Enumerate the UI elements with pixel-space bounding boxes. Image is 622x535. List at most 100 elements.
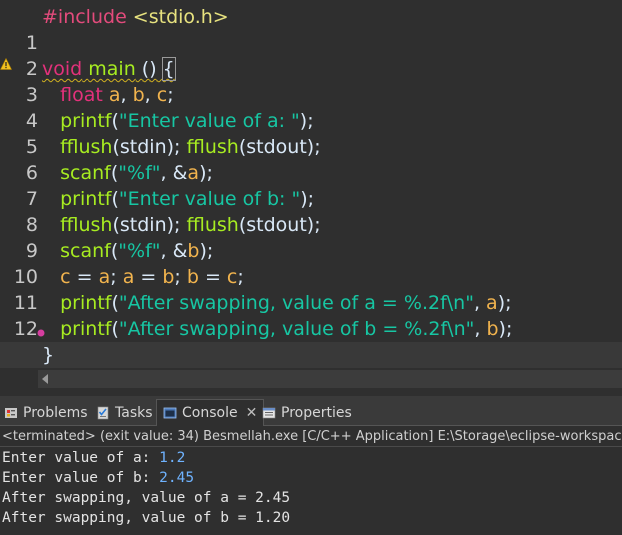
code-punct: ); bbox=[498, 318, 513, 340]
code-punct: , bbox=[144, 84, 157, 106]
code-punct: ( bbox=[111, 110, 119, 132]
code-punct: = bbox=[198, 266, 227, 288]
tab-label: Problems bbox=[23, 404, 88, 421]
tasks-icon bbox=[97, 406, 109, 419]
var-b: b bbox=[486, 318, 499, 340]
include-header: <stdio.h> bbox=[126, 6, 229, 28]
scrollbar-track[interactable] bbox=[56, 373, 622, 385]
tab-label: Console bbox=[182, 405, 238, 421]
code-punct: , bbox=[120, 84, 133, 106]
console-line: After swapping, value of a = 2.45 bbox=[2, 490, 291, 506]
string-literal: "Enter value of b: " bbox=[118, 188, 301, 210]
function-fflush: fflush bbox=[60, 214, 113, 236]
code-line-9[interactable]: 9 fflush(stdin); fflush(stdout); bbox=[0, 212, 622, 262]
code-args: (stdout); bbox=[238, 214, 321, 236]
console-user-input: 2.45 bbox=[159, 470, 195, 486]
function-printf: printf bbox=[60, 188, 112, 210]
tab-properties[interactable]: Properties bbox=[262, 399, 352, 426]
code-line-12[interactable]: 12 printf("After swapping, value of a = … bbox=[0, 290, 622, 340]
code-punct: = bbox=[134, 266, 163, 288]
console-user-input: 1.2 bbox=[159, 450, 186, 466]
code-line-10[interactable]: 10 scanf("%f", &b); bbox=[0, 238, 622, 288]
function-fflush: fflush bbox=[186, 136, 239, 158]
code-punct: , bbox=[474, 318, 487, 340]
code-line-1[interactable]: 1 #include <stdio.h> bbox=[0, 4, 622, 54]
code-line-2[interactable]: 2 bbox=[0, 30, 622, 80]
var-c: c bbox=[156, 84, 168, 106]
code-punct: ; bbox=[167, 84, 174, 106]
code-punct: ( bbox=[111, 188, 119, 210]
var-b: b bbox=[187, 240, 200, 262]
var-a: a bbox=[486, 292, 498, 314]
keyword-float: float bbox=[60, 84, 103, 106]
console-prompt: Enter value of b: bbox=[2, 470, 160, 486]
function-fflush: fflush bbox=[186, 214, 239, 236]
code-line-8[interactable]: 8 printf("Enter value of b: "); bbox=[0, 186, 622, 236]
close-icon[interactable]: ✕ bbox=[246, 405, 258, 421]
console-prompt: Enter value of a: bbox=[2, 450, 160, 466]
code-punct: , bbox=[473, 292, 487, 314]
tab-problems[interactable]: Problems bbox=[4, 399, 88, 426]
var-c: c bbox=[226, 266, 238, 288]
horizontal-scrollbar[interactable] bbox=[38, 370, 622, 388]
format-string: "%f" bbox=[118, 240, 161, 262]
code-punct: ); bbox=[300, 188, 315, 210]
views-panel: Problems Tasks Console ✕ Properties <ter… bbox=[0, 396, 622, 535]
function-scanf: scanf bbox=[60, 162, 111, 184]
function-printf: printf bbox=[60, 110, 112, 132]
code-line-13[interactable]: 13 printf("After swapping, value of b = … bbox=[0, 316, 622, 366]
code-line-5[interactable]: 5 printf("Enter value of a: "); bbox=[0, 108, 622, 158]
console-line: After swapping, value of b = 1.20 bbox=[2, 510, 291, 526]
code-punct: ; bbox=[237, 266, 244, 288]
scroll-left-arrow-icon[interactable] bbox=[42, 374, 48, 384]
code-punct: ); bbox=[497, 292, 512, 314]
matching-brace: { bbox=[161, 57, 176, 81]
view-tab-bar: Problems Tasks Console ✕ Properties bbox=[0, 396, 622, 426]
code-line-11[interactable]: 11 c = a; a = b; b = c; bbox=[0, 264, 622, 314]
function-printf: printf bbox=[60, 318, 112, 340]
code-punct: ( bbox=[111, 318, 119, 340]
properties-icon bbox=[262, 407, 276, 418]
code-punct: ; bbox=[110, 266, 123, 288]
code-line-3[interactable]: 3 void main () { bbox=[0, 56, 622, 106]
code-line-7[interactable]: 7 scanf("%f", &a); bbox=[0, 160, 622, 210]
function-main: main bbox=[88, 58, 136, 80]
format-string: "%f" bbox=[118, 162, 161, 184]
code-punct: ; bbox=[174, 266, 187, 288]
console-line: Enter value of b: 2.45 bbox=[0, 468, 622, 488]
code-punct: , & bbox=[160, 240, 188, 262]
tab-label: Properties bbox=[281, 404, 352, 421]
var-a: a bbox=[108, 84, 121, 106]
code-args: (stdin); bbox=[112, 214, 187, 236]
breakpoint-marker-icon[interactable] bbox=[36, 328, 46, 338]
string-literal: "After swapping, value of a = %.2f\n" bbox=[118, 292, 474, 314]
preprocessor-directive: #include bbox=[42, 6, 127, 28]
var-b: b bbox=[162, 266, 175, 288]
code-parens: () bbox=[135, 58, 163, 80]
problems-icon bbox=[5, 407, 17, 418]
code-punct: ); bbox=[299, 110, 314, 132]
code-line-14[interactable]: 14 } bbox=[0, 342, 622, 368]
keyword-void: void bbox=[42, 58, 83, 80]
var-a: a bbox=[122, 266, 135, 288]
console-status-header: <terminated> (exit value: 34) Besmellah.… bbox=[0, 427, 622, 447]
code-line-4[interactable]: 4 float a, b, c; bbox=[0, 82, 622, 132]
function-printf: printf bbox=[60, 292, 112, 314]
code-editor[interactable]: 1 #include <stdio.h> 2 3 void main () { … bbox=[0, 0, 622, 368]
code-args: (stdin); bbox=[112, 136, 187, 158]
code-punct: , & bbox=[160, 162, 188, 184]
function-fflush: fflush bbox=[60, 136, 113, 158]
var-a: a bbox=[187, 162, 200, 184]
var-c: c bbox=[60, 266, 71, 288]
code-line-6[interactable]: 6 fflush(stdin); fflush(stdout); bbox=[0, 134, 622, 184]
string-literal: "After swapping, value of b = %.2f\n" bbox=[118, 318, 475, 340]
tab-console[interactable]: Console ✕ bbox=[156, 399, 265, 426]
tab-label: Tasks bbox=[115, 404, 153, 421]
string-literal: "Enter value of a: " bbox=[118, 110, 300, 132]
var-b: b bbox=[186, 266, 199, 288]
console-output[interactable]: Enter value of a: 1.2 Enter value of b: … bbox=[0, 448, 622, 528]
code-punct: ( bbox=[111, 292, 119, 314]
var-b: b bbox=[132, 84, 145, 106]
code-args: (stdout); bbox=[238, 136, 321, 158]
tab-tasks[interactable]: Tasks bbox=[96, 399, 153, 426]
